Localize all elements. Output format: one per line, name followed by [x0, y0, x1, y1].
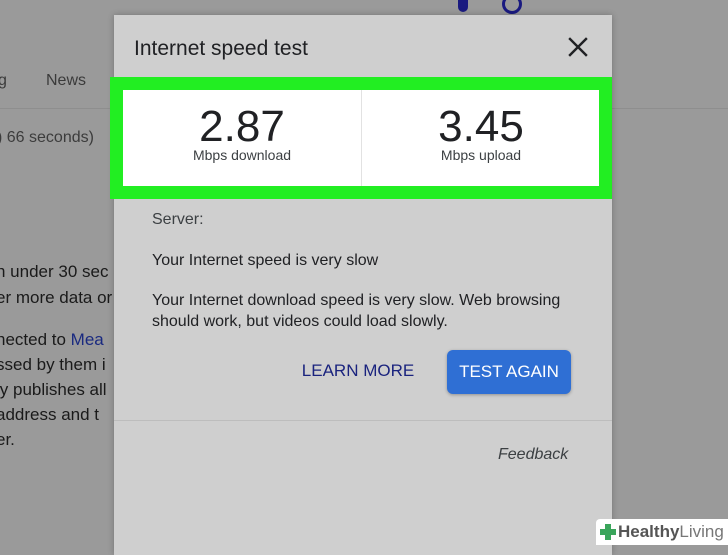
- test-again-button[interactable]: TEST AGAIN: [447, 350, 571, 394]
- speed-test-dialog: Internet speed test 2.87 Mbps download 3…: [110, 15, 612, 555]
- background-text-line: ssed by them i: [0, 355, 106, 374]
- server-label: Server:: [152, 211, 204, 228]
- learn-more-button[interactable]: LEARN MORE: [294, 351, 422, 391]
- search-icon[interactable]: [502, 0, 522, 14]
- watermark-text: HealthyLiving: [618, 522, 724, 542]
- background-tab-partial[interactable]: g: [0, 72, 7, 90]
- healthy-living-watermark: HealthyLiving: [596, 519, 728, 545]
- microphone-icon[interactable]: [458, 0, 468, 12]
- background-result-stats: ) 66 seconds): [0, 129, 94, 146]
- background-text-line: er more data or: [0, 288, 113, 307]
- background-text-line: n under 30 sec: [0, 262, 109, 281]
- close-button[interactable]: [564, 33, 592, 61]
- watermark-brand-bold: Healthy: [618, 522, 680, 541]
- download-result: 2.87 Mbps download: [123, 90, 361, 186]
- download-speed-unit: Mbps download: [192, 147, 292, 163]
- upload-speed-value: 3.45: [438, 102, 524, 151]
- dialog-title: Internet speed test: [134, 37, 308, 60]
- background-text-line: address and t: [0, 405, 100, 424]
- watermark-brand-light: Living: [679, 522, 724, 541]
- download-speed-value: 2.87: [199, 102, 285, 151]
- feedback-link[interactable]: Feedback: [498, 446, 568, 464]
- upload-speed-unit: Mbps upload: [440, 147, 522, 163]
- speed-description: Your Internet download speed is very slo…: [152, 292, 561, 330]
- upload-result: 3.45 Mbps upload: [362, 90, 600, 186]
- background-text-line: ly publishes all: [0, 380, 107, 399]
- results-highlight-box: 2.87 Mbps download 3.45 Mbps upload: [110, 77, 612, 199]
- plus-logo-icon: [600, 524, 616, 540]
- background-text-line: er.: [0, 430, 15, 449]
- dialog-divider: [114, 420, 612, 421]
- background-text-line: nected to Mea: [0, 330, 104, 350]
- close-icon: [568, 37, 588, 57]
- speed-status: Your Internet speed is very slow: [152, 252, 379, 269]
- background-text-fragment: nected to: [0, 330, 71, 349]
- background-tab-news[interactable]: News: [46, 72, 86, 90]
- background-link[interactable]: Mea: [71, 330, 104, 349]
